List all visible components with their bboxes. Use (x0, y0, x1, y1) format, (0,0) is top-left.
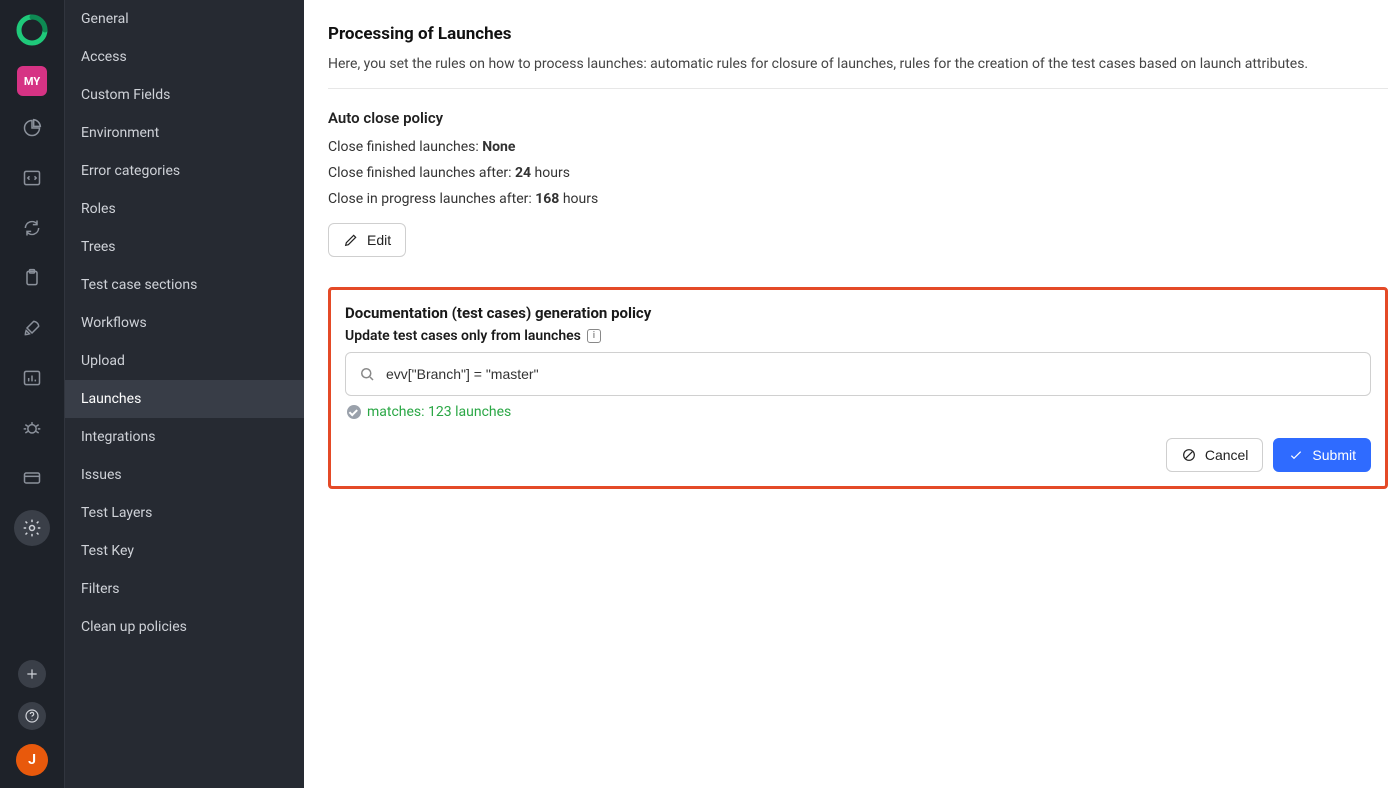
query-input-wrap[interactable] (345, 352, 1371, 396)
match-text: matches: 123 launches (367, 404, 511, 420)
app-logo (16, 14, 48, 46)
sidebar-item-upload[interactable]: Upload (65, 342, 304, 380)
pencil-icon (343, 232, 359, 248)
sidebar-item-roles[interactable]: Roles (65, 190, 304, 228)
refresh-icon[interactable] (14, 210, 50, 246)
sidebar-item-custom-fields[interactable]: Custom Fields (65, 76, 304, 114)
auto-close-section: Auto close policy Close finished launche… (328, 109, 1388, 257)
card-icon[interactable] (14, 460, 50, 496)
doc-gen-heading: Documentation (test cases) generation po… (345, 304, 1371, 322)
match-status: matches: 123 launches (347, 404, 1371, 420)
user-avatar[interactable]: J (16, 744, 48, 776)
sidebar-item-filters[interactable]: Filters (65, 570, 304, 608)
edit-button-label: Edit (367, 232, 391, 248)
divider (328, 88, 1388, 89)
sidebar-item-access[interactable]: Access (65, 38, 304, 76)
sidebar-item-launches[interactable]: Launches (65, 380, 304, 418)
close-finished-after-unit: hours (531, 165, 570, 181)
page-title: Processing of Launches (328, 24, 1388, 44)
ban-icon (1181, 447, 1197, 463)
code-icon[interactable] (14, 160, 50, 196)
add-icon[interactable] (18, 660, 46, 688)
sidebar-item-trees[interactable]: Trees (65, 228, 304, 266)
info-icon[interactable]: i (587, 329, 601, 343)
auto-close-heading: Auto close policy (328, 109, 1388, 127)
close-inprogress-after-unit: hours (559, 191, 598, 207)
close-inprogress-after: Close in progress launches after: 168 ho… (328, 191, 1388, 207)
close-finished-value: Close finished launches: None (328, 139, 1388, 155)
project-badge[interactable]: MY (17, 66, 47, 96)
settings-sidebar: General Access Custom Fields Environment… (64, 0, 304, 788)
sidebar-item-general[interactable]: General (65, 0, 304, 38)
search-icon (358, 365, 376, 383)
icon-rail: MY J (0, 0, 64, 788)
sidebar-item-clean-up-policies[interactable]: Clean up policies (65, 608, 304, 646)
help-icon[interactable] (18, 702, 46, 730)
check-icon (1288, 447, 1304, 463)
bug-icon[interactable] (14, 410, 50, 446)
rocket-icon[interactable] (14, 310, 50, 346)
close-inprogress-after-value: 168 (535, 191, 559, 207)
cancel-button-label: Cancel (1205, 447, 1249, 463)
clipboard-icon[interactable] (14, 260, 50, 296)
sidebar-item-issues[interactable]: Issues (65, 456, 304, 494)
cancel-button[interactable]: Cancel (1166, 438, 1264, 472)
sidebar-item-test-case-sections[interactable]: Test case sections (65, 266, 304, 304)
close-finished-after-value: 24 (515, 165, 531, 181)
sidebar-item-test-key[interactable]: Test Key (65, 532, 304, 570)
close-finished-after: Close finished launches after: 24 hours (328, 165, 1388, 181)
doc-gen-card: Documentation (test cases) generation po… (328, 287, 1388, 489)
doc-gen-sublabel: Update test cases only from launches i (345, 328, 601, 344)
close-inprogress-after-label: Close in progress launches after: (328, 191, 535, 207)
check-circle-icon (347, 405, 361, 419)
sidebar-item-environment[interactable]: Environment (65, 114, 304, 152)
query-input[interactable] (386, 366, 1358, 382)
close-finished-label: Close finished launches: (328, 139, 482, 155)
submit-button-label: Submit (1312, 447, 1356, 463)
bar-chart-icon[interactable] (14, 360, 50, 396)
submit-button[interactable]: Submit (1273, 438, 1371, 472)
settings-icon[interactable] (14, 510, 50, 546)
doc-gen-sublabel-text: Update test cases only from launches (345, 328, 581, 344)
close-finished-bold: None (482, 139, 515, 155)
sidebar-item-integrations[interactable]: Integrations (65, 418, 304, 456)
sidebar-item-workflows[interactable]: Workflows (65, 304, 304, 342)
main-content: Processing of Launches Here, you set the… (304, 0, 1400, 788)
doc-gen-actions: Cancel Submit (345, 438, 1371, 472)
sidebar-item-test-layers[interactable]: Test Layers (65, 494, 304, 532)
sidebar-item-error-categories[interactable]: Error categories (65, 152, 304, 190)
close-finished-after-label: Close finished launches after: (328, 165, 515, 181)
analytics-icon[interactable] (14, 110, 50, 146)
page-lead: Here, you set the rules on how to proces… (328, 56, 1388, 72)
edit-button[interactable]: Edit (328, 223, 406, 257)
